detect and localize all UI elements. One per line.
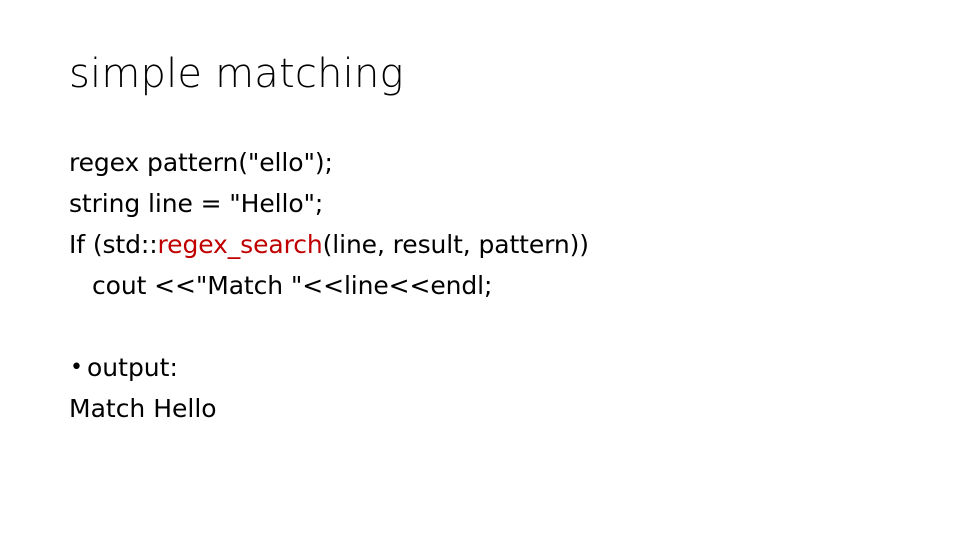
bullet-point-icon: • xyxy=(70,355,83,380)
code-line-1: regex pattern("ello"); xyxy=(69,148,333,177)
code-line-2: string line = "Hello"; xyxy=(69,189,324,218)
page-title: simple matching xyxy=(69,51,404,97)
bullet-item-label: output: xyxy=(87,353,178,382)
slide-canvas: simple matching regex pattern("ello"); s… xyxy=(0,0,960,540)
code-line-3-suffix: (line, result, pattern)) xyxy=(322,230,589,259)
code-line-3: If (std::regex_search(line, result, patt… xyxy=(69,224,899,265)
bullet-list-item: • output: xyxy=(69,347,899,388)
slide-body: regex pattern("ello"); string line = "He… xyxy=(69,142,899,429)
code-line-4: cout <<"Match "<<line<<endl; xyxy=(92,271,493,300)
code-line-3-highlight: regex_search xyxy=(157,230,323,259)
code-line-3-prefix: If (std:: xyxy=(69,230,158,259)
output-text: Match Hello xyxy=(69,394,217,423)
